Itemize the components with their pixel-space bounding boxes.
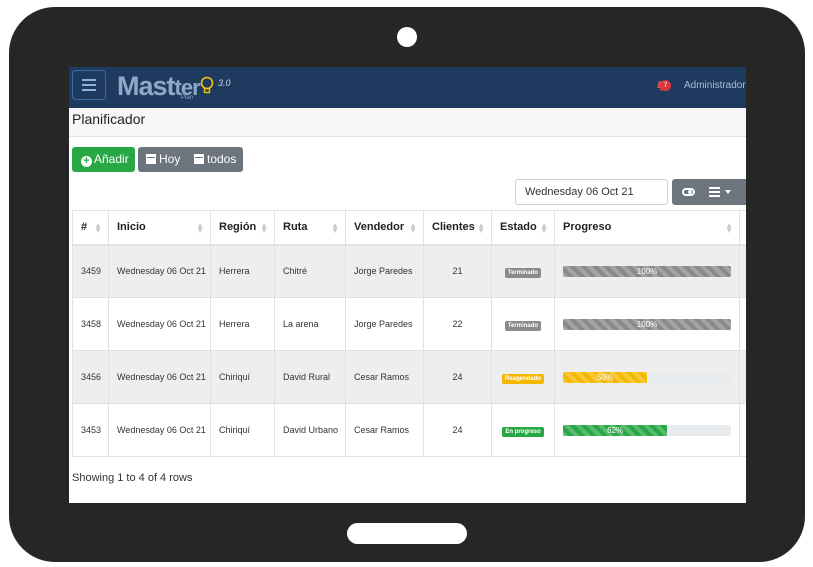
cell-region: Herrera	[210, 244, 275, 298]
status-badge: Terminado	[504, 321, 542, 331]
cell-clientes: 24	[423, 350, 492, 404]
cell-ruta: Chitré	[274, 244, 346, 298]
status-badge: En progreso	[502, 427, 544, 437]
column-header-ruta[interactable]: Ruta ▲ ▼	[274, 210, 346, 246]
sort-icon: ▲ ▼	[196, 221, 204, 235]
cell-region: Chiriquí	[210, 350, 275, 404]
cell-estado: Terminado	[491, 244, 555, 298]
plus-circle-icon: +	[81, 156, 92, 167]
page-title: Planificador	[72, 111, 146, 127]
cell-extra	[739, 403, 746, 457]
sort-icon: ▲ ▼	[260, 221, 268, 235]
cell-ruta: La arena	[274, 297, 346, 351]
cell-extra	[739, 350, 746, 404]
sort-icon: ▲ ▼	[477, 221, 485, 235]
menu-toggle-button[interactable]	[72, 70, 106, 100]
sort-icon: ▲ ▼	[540, 221, 548, 235]
cell-id: 3453	[72, 403, 109, 457]
lightbulb-icon	[200, 76, 214, 94]
date-input[interactable]: Wednesday 06 Oct 21	[515, 179, 668, 205]
logo-subtitle: Plan	[181, 95, 194, 101]
cell-progreso: 62%	[554, 403, 740, 457]
sort-icon: ▲ ▼	[725, 221, 733, 235]
cell-id: 3458	[72, 297, 109, 351]
cell-vendedor: Jorge Paredes	[345, 297, 424, 351]
menu-icon	[82, 79, 96, 81]
notification-badge: 7	[660, 80, 671, 91]
all-button[interactable]: todos	[194, 147, 236, 172]
column-header-clientes[interactable]: Clientes ▲ ▼	[423, 210, 492, 246]
today-button[interactable]: Hoy	[146, 147, 180, 172]
progress-label: 50%	[596, 372, 613, 382]
cell-estado: Reagendado	[491, 350, 555, 404]
cell-progreso: 50%	[554, 350, 740, 404]
toggle-icon[interactable]	[682, 188, 695, 196]
cell-ruta: David Rural	[274, 350, 346, 404]
sort-icon: ▲ ▼	[331, 221, 339, 235]
cell-id: 3456	[72, 350, 109, 404]
date-filter-group: Hoy todos	[138, 147, 243, 172]
cell-ruta: David Urbano	[274, 403, 346, 457]
chevron-down-icon	[725, 190, 731, 194]
cell-progreso: 100%	[554, 244, 740, 298]
cell-inicio: Wednesday 06 Oct 21	[108, 350, 211, 404]
columns-list-icon[interactable]	[709, 187, 720, 197]
table-row[interactable]: 3456 Wednesday 06 Oct 21 Chiriquí David Rur…	[72, 350, 746, 404]
cell-region: Herrera	[210, 297, 275, 351]
column-header-vendedor[interactable]: Vendedor ▲ ▼	[345, 210, 424, 246]
sort-icon: ▲ ▼	[409, 221, 417, 235]
cell-extra	[739, 244, 746, 298]
column-header-estado[interactable]: Estado ▲ ▼	[491, 210, 555, 246]
progress-label: 100%	[636, 319, 658, 329]
column-header-region[interactable]: Región ▲ ▼	[210, 210, 275, 246]
user-menu[interactable]: Administrador	[684, 80, 746, 91]
cell-clientes: 21	[423, 244, 492, 298]
top-navbar: Mastter Plan 3.0 7 Administrador	[69, 67, 746, 108]
app-screen: Mastter Plan 3.0 7 Administrador Planifi…	[69, 67, 746, 503]
cell-clientes: 24	[423, 403, 492, 457]
table-row[interactable]: 3459 Wednesday 06 Oct 21 Herrera Chitré Jorg…	[72, 244, 746, 298]
column-header-progreso[interactable]: Progreso ▲ ▼	[554, 210, 740, 246]
camera-dot	[397, 27, 417, 47]
page-header: Planificador	[69, 108, 746, 137]
cell-estado: En progreso	[491, 403, 555, 457]
cell-progreso: 100%	[554, 297, 740, 351]
table-row[interactable]: 3453 Wednesday 06 Oct 21 Chiriquí David Urb…	[72, 403, 746, 457]
column-header-inicio[interactable]: Inicio ▲ ▼	[108, 210, 211, 246]
progress-bar: 50%	[563, 371, 731, 383]
cell-inicio: Wednesday 06 Oct 21	[108, 403, 211, 457]
app-version: 3.0	[218, 78, 231, 88]
table-header-row: # ▲ ▼ Inicio ▲ ▼ Región ▲ ▼ Ruta ▲ ▼ Vendedor ▲ ▼ …	[72, 210, 746, 246]
table-row[interactable]: 3458 Wednesday 06 Oct 21 Herrera La arena Jo…	[72, 297, 746, 351]
status-badge: Terminado	[504, 268, 542, 279]
planner-table: # ▲ ▼ Inicio ▲ ▼ Región ▲ ▼ Ruta ▲ ▼ Vendedor ▲ ▼ …	[72, 210, 746, 457]
cell-vendedor: Cesar Ramos	[345, 350, 424, 404]
calendar-day-icon	[146, 154, 156, 164]
sort-icon: ▲ ▼	[94, 221, 102, 235]
progress-label: 62%	[607, 425, 624, 435]
cell-region: Chiriquí	[210, 403, 275, 457]
cell-id: 3459	[72, 244, 109, 298]
column-header-id[interactable]: # ▲ ▼	[72, 210, 109, 246]
cell-vendedor: Cesar Ramos	[345, 403, 424, 457]
cell-inicio: Wednesday 06 Oct 21	[108, 297, 211, 351]
view-options-button[interactable]	[672, 179, 746, 205]
add-button[interactable]: + Añadir	[72, 147, 135, 172]
progress-label: 100%	[636, 266, 658, 276]
cell-estado: Terminado	[491, 297, 555, 351]
cell-vendedor: Jorge Paredes	[345, 244, 424, 298]
cell-clientes: 22	[423, 297, 492, 351]
status-badge: Reagendado	[501, 374, 544, 384]
progress-bar: 100%	[563, 265, 731, 277]
progress-bar: 62%	[563, 424, 731, 436]
cell-extra	[739, 297, 746, 351]
home-button[interactable]	[347, 523, 467, 544]
pagination-summary: Showing 1 to 4 of 4 rows	[72, 472, 193, 484]
calendar-icon	[194, 154, 204, 164]
cell-inicio: Wednesday 06 Oct 21	[108, 244, 211, 298]
progress-bar: 100%	[563, 318, 731, 330]
column-header-extra	[739, 210, 746, 246]
